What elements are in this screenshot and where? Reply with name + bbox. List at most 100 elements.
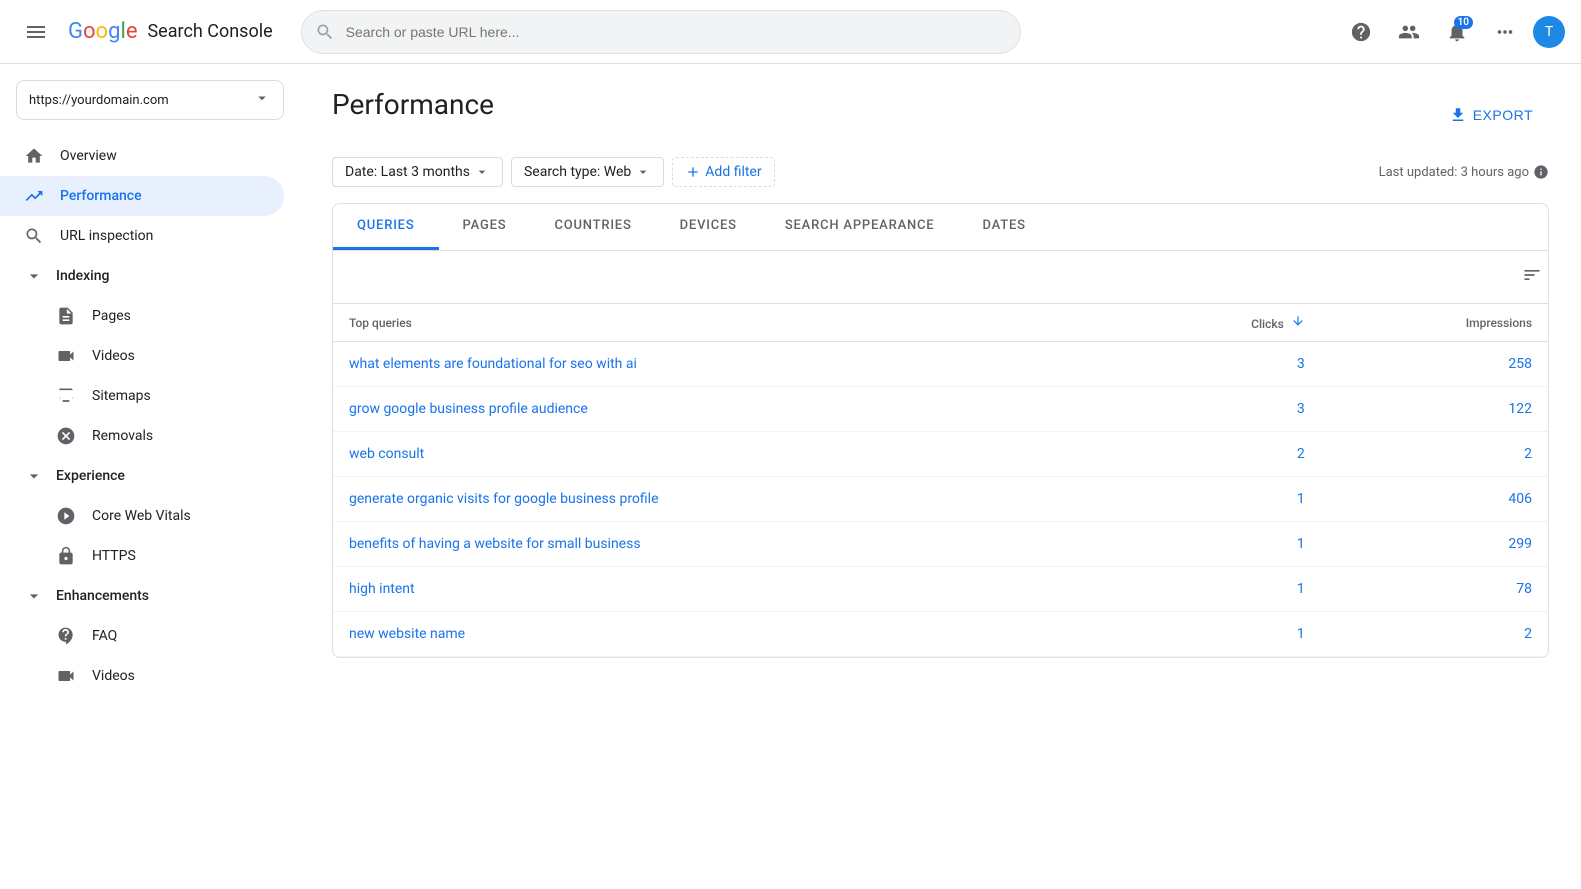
main-layout: https://yourdomain.com Overview Performa… bbox=[0, 64, 1581, 889]
export-button[interactable]: EXPORT bbox=[1433, 98, 1549, 132]
queries-table: Top queries Clicks Impressions bbox=[333, 304, 1548, 657]
query-cell[interactable]: generate organic visits for google busin… bbox=[333, 477, 1123, 522]
clicks-cell: 1 bbox=[1123, 522, 1321, 567]
app-name: Search Console bbox=[147, 21, 272, 42]
clicks-cell: 1 bbox=[1123, 477, 1321, 522]
sidebar-item-videos-enh[interactable]: Videos bbox=[0, 656, 284, 696]
apps-button[interactable] bbox=[1485, 12, 1525, 52]
sitemap-icon bbox=[56, 386, 76, 406]
table-filter-button[interactable] bbox=[1516, 259, 1548, 295]
clicks-cell: 3 bbox=[1123, 387, 1321, 432]
impressions-cell: 299 bbox=[1321, 522, 1548, 567]
date-filter-label: Date: Last 3 months bbox=[345, 164, 470, 180]
chevron-down-icon bbox=[253, 89, 271, 111]
tabs-and-table: QUERIES PAGES COUNTRIES DEVICES SEARCH A… bbox=[332, 203, 1549, 658]
top-row: Performance EXPORT bbox=[332, 88, 1549, 141]
avatar[interactable]: T bbox=[1533, 16, 1565, 48]
sidebar-section-enhancements-label: Enhancements bbox=[56, 588, 149, 604]
query-cell[interactable]: new website name bbox=[333, 612, 1123, 657]
header-actions: 10 T bbox=[1341, 12, 1565, 52]
table-header: Top queries Clicks Impressions bbox=[333, 304, 1548, 342]
clicks-cell: 1 bbox=[1123, 612, 1321, 657]
cwv-icon bbox=[56, 506, 76, 526]
sidebar-item-faq[interactable]: FAQ bbox=[0, 616, 284, 656]
sidebar-section-experience-label: Experience bbox=[56, 468, 125, 484]
col-query: Top queries bbox=[333, 304, 1123, 342]
sidebar-item-pages[interactable]: Pages bbox=[0, 296, 284, 336]
tab-dates[interactable]: DATES bbox=[958, 204, 1049, 250]
search-input[interactable] bbox=[301, 10, 1021, 54]
sidebar-item-overview[interactable]: Overview bbox=[0, 136, 284, 176]
add-filter-label: Add filter bbox=[705, 164, 761, 180]
home-icon bbox=[24, 146, 44, 166]
sidebar-item-pages-label: Pages bbox=[92, 308, 131, 324]
query-cell[interactable]: benefits of having a website for small b… bbox=[333, 522, 1123, 567]
search-type-filter-chip[interactable]: Search type: Web bbox=[511, 157, 664, 187]
enhancements-children: FAQ Videos bbox=[0, 616, 300, 696]
tabs-bar: QUERIES PAGES COUNTRIES DEVICES SEARCH A… bbox=[333, 204, 1548, 251]
impressions-cell: 406 bbox=[1321, 477, 1548, 522]
info-icon bbox=[1533, 164, 1549, 180]
tab-search-appearance[interactable]: SEARCH APPEARANCE bbox=[761, 204, 959, 250]
sidebar-section-indexing[interactable]: Indexing bbox=[0, 256, 300, 296]
top-header: Google Search Console 10 T bbox=[0, 0, 1581, 64]
table-row: benefits of having a website for small b… bbox=[333, 522, 1548, 567]
col-impressions: Impressions bbox=[1321, 304, 1548, 342]
sidebar-item-url-inspection[interactable]: URL inspection bbox=[0, 216, 284, 256]
sidebar-item-faq-label: FAQ bbox=[92, 628, 117, 644]
query-cell[interactable]: what elements are foundational for seo w… bbox=[333, 342, 1123, 387]
content-area: Performance EXPORT Date: Last 3 months S… bbox=[300, 64, 1581, 889]
sidebar-section-enhancements[interactable]: Enhancements bbox=[0, 576, 300, 616]
experience-children: Core Web Vitals HTTPS bbox=[0, 496, 300, 576]
page-title: Performance bbox=[332, 88, 494, 121]
video-icon-enh bbox=[56, 666, 76, 686]
tab-countries[interactable]: COUNTRIES bbox=[530, 204, 655, 250]
logo-link[interactable]: Google Search Console bbox=[68, 19, 273, 44]
sidebar-item-videos[interactable]: Videos bbox=[0, 336, 284, 376]
table-row: what elements are foundational for seo w… bbox=[333, 342, 1548, 387]
impressions-cell: 122 bbox=[1321, 387, 1548, 432]
clicks-cell: 1 bbox=[1123, 567, 1321, 612]
property-selector[interactable]: https://yourdomain.com bbox=[16, 80, 284, 120]
search-bar-container bbox=[301, 10, 1021, 54]
chevron-down-icon-indexing bbox=[24, 266, 44, 286]
col-clicks[interactable]: Clicks bbox=[1123, 304, 1321, 342]
tab-devices[interactable]: DEVICES bbox=[656, 204, 761, 250]
table-body: what elements are foundational for seo w… bbox=[333, 342, 1548, 657]
sidebar-item-performance[interactable]: Performance bbox=[0, 176, 284, 216]
sidebar-section-experience[interactable]: Experience bbox=[0, 456, 300, 496]
tab-queries[interactable]: QUERIES bbox=[333, 204, 439, 250]
query-cell[interactable]: grow google business profile audience bbox=[333, 387, 1123, 432]
tab-pages[interactable]: PAGES bbox=[439, 204, 531, 250]
removals-icon bbox=[56, 426, 76, 446]
sidebar-item-core-web-vitals[interactable]: Core Web Vitals bbox=[0, 496, 284, 536]
sidebar-item-sitemaps[interactable]: Sitemaps bbox=[0, 376, 284, 416]
chevron-down-icon-search-type bbox=[635, 164, 651, 180]
impressions-cell: 2 bbox=[1321, 612, 1548, 657]
search-icon bbox=[315, 22, 335, 42]
notifications-button[interactable]: 10 bbox=[1437, 12, 1477, 52]
faq-icon bbox=[56, 626, 76, 646]
sidebar-item-videos-enh-label: Videos bbox=[92, 668, 135, 684]
sidebar-item-core-web-vitals-label: Core Web Vitals bbox=[92, 508, 191, 524]
search-circle-icon bbox=[24, 226, 44, 246]
table-filter-icon bbox=[1522, 265, 1542, 285]
export-label: EXPORT bbox=[1473, 107, 1533, 123]
sidebar-item-removals-label: Removals bbox=[92, 428, 153, 444]
table-row: web consult 2 2 bbox=[333, 432, 1548, 477]
google-logo: Google bbox=[68, 19, 137, 44]
query-cell[interactable]: high intent bbox=[333, 567, 1123, 612]
account-manager-button[interactable] bbox=[1389, 12, 1429, 52]
date-filter-chip[interactable]: Date: Last 3 months bbox=[332, 157, 503, 187]
chevron-down-icon-enhancements bbox=[24, 586, 44, 606]
chevron-down-icon-experience bbox=[24, 466, 44, 486]
query-cell[interactable]: web consult bbox=[333, 432, 1123, 477]
sidebar-item-https[interactable]: HTTPS bbox=[0, 536, 284, 576]
sidebar-item-performance-label: Performance bbox=[60, 188, 142, 204]
sidebar-item-removals[interactable]: Removals bbox=[0, 416, 284, 456]
menu-icon[interactable] bbox=[16, 12, 56, 52]
help-button[interactable] bbox=[1341, 12, 1381, 52]
indexing-children: Pages Videos Sitemaps Removals bbox=[0, 296, 300, 456]
table-row: grow google business profile audience 3 … bbox=[333, 387, 1548, 432]
add-filter-button[interactable]: Add filter bbox=[672, 157, 774, 187]
